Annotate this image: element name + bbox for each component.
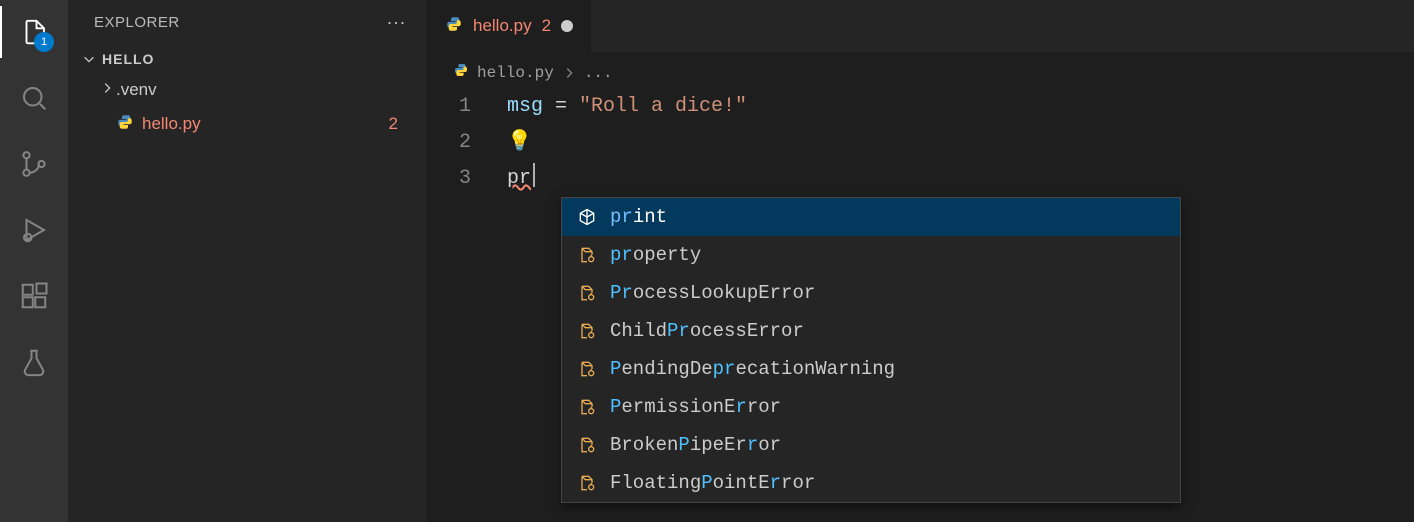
tree-item-label: hello.py (142, 114, 389, 134)
explorer-badge: 1 (34, 32, 54, 52)
folder-root[interactable]: HELLO (68, 45, 426, 73)
suggestion-label: ProcessLookupError (610, 276, 815, 310)
explorer-sidebar: EXPLORER ··· HELLO .venv hello.py 2 (68, 0, 426, 522)
chevron-down-icon (82, 52, 96, 66)
class-icon (576, 472, 598, 494)
sidebar-more-icon[interactable]: ··· (387, 12, 406, 33)
code-line[interactable]: pr (507, 161, 1414, 197)
breadcrumb-file: hello.py (477, 64, 554, 82)
suggestion-item[interactable]: print (562, 198, 1180, 236)
suggestion-label: ChildProcessError (610, 314, 804, 348)
suggestion-item[interactable]: PermissionError (562, 388, 1180, 426)
code-line[interactable]: msg = "Roll a dice!" (507, 89, 1414, 125)
tab-error-count: 2 (542, 16, 551, 36)
folder-root-label: HELLO (102, 51, 154, 67)
text-cursor (533, 163, 535, 187)
chevron-right-icon (562, 66, 576, 80)
activity-run-debug-icon[interactable] (18, 214, 50, 246)
chevron-right-icon (100, 81, 114, 95)
line-number: 3 (427, 161, 489, 197)
class-icon (576, 434, 598, 456)
class-icon (576, 358, 598, 380)
tab-label: hello.py (473, 16, 532, 36)
activity-testing-icon[interactable] (18, 346, 50, 378)
activity-explorer-icon[interactable]: 1 (18, 16, 50, 48)
suggestion-label: PermissionError (610, 390, 781, 424)
suggestion-label: PendingDeprecationWarning (610, 352, 895, 386)
suggestion-item[interactable]: FloatingPointError (562, 464, 1180, 502)
suggestion-label: print (610, 200, 667, 234)
activity-source-control-icon[interactable] (18, 148, 50, 180)
line-number: 1 (427, 89, 489, 125)
error-count: 2 (389, 114, 426, 134)
python-file-icon (453, 62, 469, 83)
line-number: 2 (427, 125, 489, 161)
tree-item-label: .venv (116, 80, 426, 100)
tree-file-hello[interactable]: hello.py 2 (86, 107, 426, 141)
python-file-icon (445, 15, 463, 38)
tree-folder-venv[interactable]: .venv (86, 73, 426, 107)
class-icon (576, 396, 598, 418)
activity-extensions-icon[interactable] (18, 280, 50, 312)
suggestion-item[interactable]: property (562, 236, 1180, 274)
code-editor[interactable]: 1 2 3 msg = "Roll a dice!" 💡 pr printpro… (427, 89, 1414, 197)
breadcrumb[interactable]: hello.py ... (427, 52, 1414, 89)
code-line[interactable]: 💡 (507, 125, 1414, 161)
class-icon (576, 320, 598, 342)
sidebar-title: EXPLORER (94, 14, 180, 31)
lightbulb-icon[interactable]: 💡 (507, 131, 532, 154)
tab-hello[interactable]: hello.py 2 (427, 0, 591, 52)
tab-bar: hello.py 2 (427, 0, 1414, 52)
activity-bar: 1 (0, 0, 68, 522)
breadcrumb-more: ... (584, 64, 613, 82)
suggestion-label: BrokenPipeError (610, 428, 781, 462)
class-icon (576, 282, 598, 304)
python-file-icon (116, 113, 134, 136)
suggestion-item[interactable]: ProcessLookupError (562, 274, 1180, 312)
method-icon (576, 206, 598, 228)
editor-area: hello.py 2 hello.py ... 1 2 3 msg = "Rol… (426, 0, 1414, 522)
dirty-indicator-icon (561, 20, 573, 32)
suggestion-label: property (610, 238, 701, 272)
activity-search-icon[interactable] (18, 82, 50, 114)
suggestion-item[interactable]: ChildProcessError (562, 312, 1180, 350)
class-icon (576, 244, 598, 266)
gutter: 1 2 3 (427, 89, 489, 197)
intellisense-widget: print property ProcessLookupError ChildProc… (561, 197, 1181, 503)
suggestion-item[interactable]: PendingDeprecationWarning (562, 350, 1180, 388)
suggestion-label: FloatingPointError (610, 466, 815, 500)
suggestion-item[interactable]: BrokenPipeError (562, 426, 1180, 464)
